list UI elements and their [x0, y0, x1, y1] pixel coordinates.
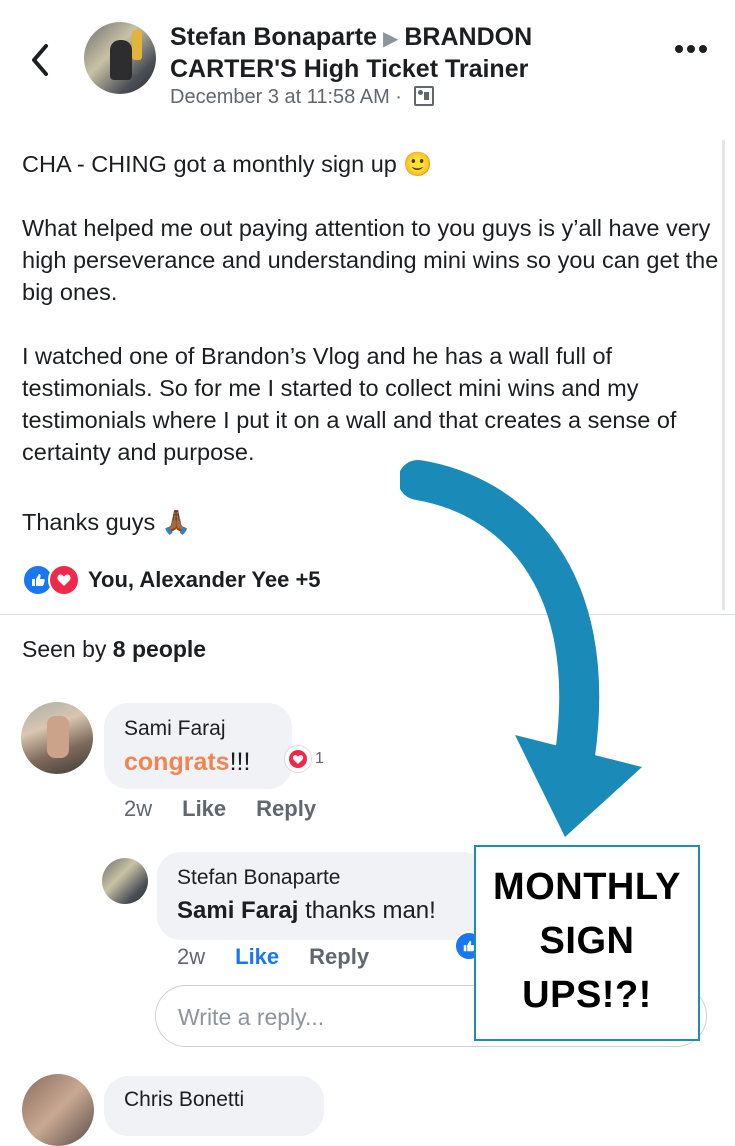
comment-text: congrats!!! [124, 748, 250, 777]
more-horizontal-icon[interactable] [674, 44, 708, 54]
comment-time[interactable]: 2w [124, 796, 152, 822]
seen-by[interactable]: Seen by 8 people [22, 636, 206, 663]
reactions-summary[interactable]: You, Alexander Yee +5 [22, 563, 321, 597]
reply-placeholder: Write a reply... [178, 1004, 325, 1030]
scrollbar[interactable] [722, 140, 725, 610]
curved-arrow-icon [400, 460, 642, 837]
back-chevron-icon[interactable] [26, 40, 56, 80]
callout-text: MONTHLY SIGN UPS!?! [474, 860, 700, 1022]
mention-link[interactable]: Sami Faraj [177, 897, 298, 924]
callout-line: SIGN [539, 920, 635, 962]
commenter-name[interactable]: Stefan Bonaparte [177, 866, 340, 890]
comment-highlight: congrats [124, 748, 230, 776]
comment-text-rest: !!! [229, 748, 251, 776]
like-button[interactable]: Like [182, 796, 226, 822]
reply-button[interactable]: Reply [309, 944, 369, 970]
reactions-names[interactable]: You, Alexander Yee +5 [88, 567, 321, 593]
like-button[interactable]: Like [235, 944, 279, 970]
commenter-name[interactable]: Sami Faraj [124, 717, 226, 741]
post-meta: December 3 at 11:58 AM · [170, 86, 434, 109]
reply-button[interactable]: Reply [256, 796, 316, 822]
seen-count: 8 people [112, 636, 207, 662]
commenter-avatar[interactable] [22, 1074, 94, 1146]
commenter-avatar[interactable] [21, 702, 93, 774]
post-paragraph: I watched one of Brandon’s Vlog and he h… [22, 343, 677, 465]
comment-actions: 2w Like Reply [177, 944, 369, 970]
reaction-count: 1 [315, 750, 324, 767]
comment-text: Sami Faraj thanks man! [177, 897, 436, 925]
post-paragraph: What helped me out paying attention to y… [22, 215, 719, 305]
post-timestamp[interactable]: December 3 at 11:58 AM · [170, 86, 402, 108]
seen-prefix: Seen by [22, 636, 107, 662]
post-paragraph: CHA - CHING got a monthly sign up 🙂 [22, 151, 433, 177]
comment-reaction-badge[interactable]: 1 [284, 745, 324, 773]
love-reaction-icon [284, 745, 312, 773]
arrow-right-icon: ▶ [382, 28, 399, 50]
members-icon [413, 86, 434, 106]
post-header-title[interactable]: Stefan Bonaparte ▶ BRANDON CARTER'S High T… [170, 22, 610, 84]
commenter-name[interactable]: Chris Bonetti [124, 1088, 244, 1112]
comment-time[interactable]: 2w [177, 944, 205, 970]
love-reaction-icon [48, 564, 80, 596]
callout-line: MONTHLY [493, 866, 681, 908]
author-avatar[interactable] [84, 22, 156, 94]
comment-actions: 2w Like Reply [124, 796, 316, 822]
comment-text-rest: thanks man! [298, 897, 436, 924]
commenter-avatar[interactable] [102, 858, 148, 904]
author-name[interactable]: Stefan Bonaparte [170, 23, 377, 51]
callout-line: UPS!?! [522, 974, 652, 1016]
